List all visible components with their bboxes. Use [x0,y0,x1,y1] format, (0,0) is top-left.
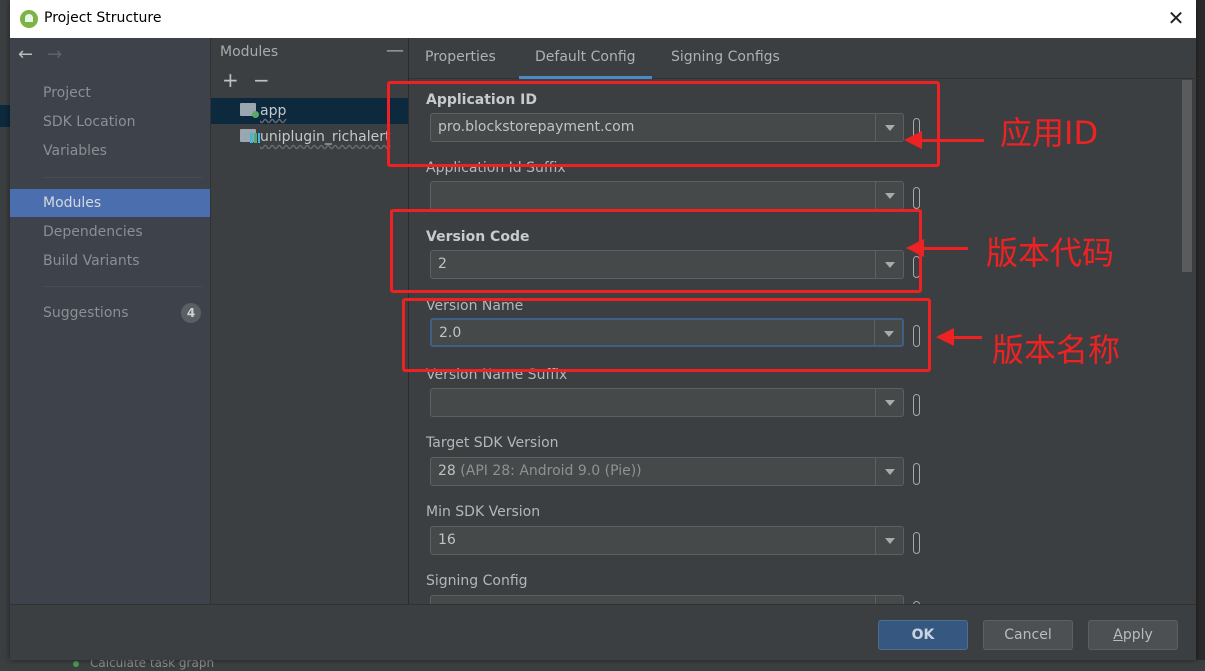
sidebar-item-label: Dependencies [43,224,143,240]
annotation-arrow-version-code [906,239,968,257]
sidebar-item-dependencies[interactable]: Dependencies [10,218,210,246]
app-module-folder-icon [240,103,259,118]
close-icon[interactable]: ✕ [1164,6,1188,30]
sidebar-item-variables[interactable]: Variables [10,137,210,165]
sidebar-divider [42,286,202,287]
application-id-label: Application ID [426,92,538,108]
minus-icon[interactable]: − [253,70,270,90]
minus-icon[interactable]: — [386,40,404,61]
annotation-arrow-application-id [904,131,984,149]
application-id-suffix-field[interactable] [430,181,904,210]
tab-default-config[interactable]: Default Config [519,38,652,79]
annotation-arrow-version-name [936,328,982,346]
module-label: app [260,103,287,119]
tab-properties[interactable]: Properties [409,38,512,79]
version-name-label: Version Name [426,298,524,314]
sidebar-divider [42,177,202,178]
min-sdk-pin-icon[interactable] [913,532,920,554]
application-id-suffix-pin-icon[interactable] [913,187,920,209]
sidebar-item-label: Modules [43,195,102,211]
form-scrollbar[interactable] [1182,80,1192,272]
version-name-field[interactable]: 2.0 [430,318,904,347]
version-name-value: 2.0 [439,325,462,341]
plus-icon[interactable]: + [222,70,239,90]
min-sdk-field[interactable]: 16 [430,526,904,555]
annotation-label-version-code: 版本代码 [986,234,1115,272]
sidebar-item-project[interactable]: Project [10,79,210,107]
signing-config-label: Signing Config [426,573,528,589]
sidebar-item-sdk-location[interactable]: SDK Location [10,108,210,136]
module-item-uniplugin-richalert[interactable]: uniplugin_richalert [211,124,409,150]
apply-button[interactable]: Apply [1088,620,1178,650]
android-studio-icon [20,10,38,28]
version-code-field[interactable]: 2 [430,250,904,279]
sidebar-item-label: SDK Location [43,114,136,130]
sidebar: ← → Project SDK Location Variables Module… [10,38,210,604]
target-sdk-field[interactable]: 28 (API 28: Android 9.0 (Pie)) [430,457,904,486]
min-sdk-label: Min SDK Version [426,504,541,520]
application-id-field[interactable]: pro.blockstorepayment.com [430,113,904,142]
target-sdk-value: 28 (API 28: Android 9.0 (Pie)) [438,463,642,479]
sidebar-item-label: Build Variants [43,253,140,269]
status-check-icon [73,661,79,667]
signing-config-field[interactable] [430,595,904,604]
chevron-down-icon[interactable] [875,114,903,141]
tab-bar: Properties Default Config Signing Config… [409,38,1197,79]
chevron-down-icon[interactable] [875,596,903,604]
sidebar-item-label: Suggestions [43,305,129,321]
tab-signing-configs[interactable]: Signing Configs [655,38,796,79]
background-selection [0,105,10,127]
version-code-pin-icon[interactable] [913,256,920,278]
background-ide-left [0,0,10,671]
chevron-down-icon[interactable] [875,458,903,485]
version-code-value: 2 [438,256,447,272]
application-id-value: pro.blockstorepayment.com [438,119,635,135]
apply-mnemonic: A [1113,627,1123,643]
arrow-left-icon[interactable]: ← [18,44,33,65]
module-item-app[interactable]: app [211,98,409,124]
version-name-suffix-pin-icon[interactable] [913,394,920,416]
annotation-label-version-name: 版本名称 [992,331,1121,369]
module-label: uniplugin_richalert [260,129,391,145]
apply-label: pply [1122,627,1153,643]
ok-button[interactable]: OK [878,620,968,650]
sidebar-item-label: Variables [43,143,107,159]
window-title: Project Structure [44,10,162,26]
dialog-footer: OK Cancel Apply [10,604,1196,660]
title-bar: Project Structure ✕ [10,0,1196,38]
background-ide-editor [1196,0,1205,671]
chevron-down-icon[interactable] [875,527,903,554]
chevron-down-icon[interactable] [875,251,903,278]
target-sdk-pin-icon[interactable] [913,463,920,485]
chevron-down-icon[interactable] [875,182,903,209]
min-sdk-value: 16 [438,532,456,548]
cancel-button[interactable]: Cancel [983,620,1073,650]
sidebar-item-label: Project [43,85,91,101]
annotation-label-application-id: 应用ID [1000,114,1099,152]
nav-arrows: ← → [18,44,62,65]
suggestions-count-badge: 4 [181,303,201,323]
chevron-down-icon[interactable] [874,320,902,345]
version-code-label: Version Code [426,229,530,245]
target-sdk-label: Target SDK Version [426,435,559,451]
sidebar-item-modules[interactable]: Modules [10,189,210,217]
library-module-folder-icon [240,129,260,143]
version-name-pin-icon[interactable] [913,325,920,347]
chevron-down-icon[interactable] [875,389,903,416]
arrow-right-icon[interactable]: → [47,44,62,65]
application-id-suffix-label: Application Id Suffix [426,160,566,176]
modules-header: Modules [220,44,279,60]
modules-panel: Modules — + − app uniplugin_richalert [210,38,409,604]
background-status-bar: Calculate task graph [0,656,1205,671]
sidebar-item-build-variants[interactable]: Build Variants [10,247,210,275]
version-name-suffix-label: Version Name Suffix [426,367,568,383]
version-name-suffix-field[interactable] [430,388,904,417]
sidebar-item-suggestions[interactable]: Suggestions 4 [10,299,210,327]
